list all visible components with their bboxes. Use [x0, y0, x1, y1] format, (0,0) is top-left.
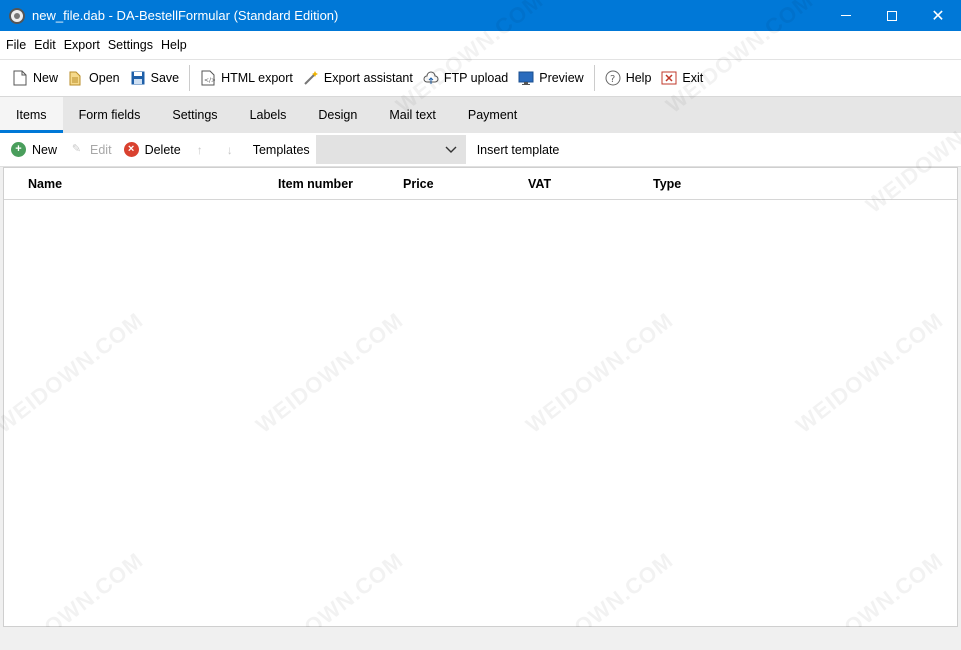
new-item-label: New [32, 142, 58, 157]
html-export-button[interactable]: </> HTML export [196, 65, 298, 91]
column-header-name[interactable]: Name [28, 177, 62, 191]
help-button[interactable]: ? Help [601, 65, 657, 91]
ftp-upload-label: FTP upload [443, 71, 509, 85]
new-button[interactable]: New [8, 65, 63, 91]
menu-bar: File Edit Export Settings Help [0, 31, 961, 60]
maximize-icon [887, 10, 897, 21]
tab-mail-text[interactable]: Mail text [373, 97, 452, 133]
save-icon [130, 70, 146, 86]
tab-labels[interactable]: Labels [234, 97, 303, 133]
edit-item-button[interactable]: ✎ Edit [69, 142, 112, 157]
new-label: New [33, 71, 59, 85]
ftp-upload-button[interactable]: FTP upload [419, 65, 513, 91]
app-icon [9, 7, 25, 24]
tab-items[interactable]: Items [0, 97, 63, 133]
column-header-vat[interactable]: VAT [528, 177, 551, 191]
new-item-button[interactable]: + New [11, 142, 57, 157]
save-label: Save [150, 71, 180, 85]
column-header-price[interactable]: Price [403, 177, 434, 191]
preview-button[interactable]: Preview [514, 65, 588, 91]
html-export-label: HTML export [221, 71, 293, 85]
insert-template-button[interactable]: Insert template [477, 143, 560, 157]
tab-bar: Items Form fields Settings Labels Design… [0, 97, 961, 133]
minimize-icon [841, 15, 851, 16]
plus-circle-icon: + [11, 142, 26, 157]
open-button[interactable]: Open [64, 65, 125, 91]
menu-help[interactable]: Help [157, 31, 191, 60]
tab-form-fields[interactable]: Form fields [63, 97, 157, 133]
close-button[interactable]: ✕ [915, 0, 961, 31]
edit-item-label: Edit [90, 142, 112, 157]
column-header-item-number[interactable]: Item number [278, 177, 353, 191]
tab-payment[interactable]: Payment [452, 97, 533, 133]
exit-icon [661, 70, 677, 86]
delete-x-icon: × [123, 142, 139, 157]
help-label: Help [625, 71, 652, 85]
new-file-icon [12, 70, 28, 86]
toolbar-separator [189, 65, 191, 91]
chevron-down-icon [445, 146, 457, 153]
export-assistant-button[interactable]: Export assistant [299, 65, 418, 91]
minimize-button[interactable] [823, 0, 869, 31]
exit-button[interactable]: Exit [657, 65, 708, 91]
menu-settings[interactable]: Settings [104, 31, 157, 60]
main-toolbar: New Open Save </> HTML export Export ass… [0, 60, 961, 97]
menu-export[interactable]: Export [60, 31, 104, 60]
column-header-type[interactable]: Type [653, 177, 681, 191]
html-file-icon: </> [200, 70, 216, 86]
menu-edit[interactable]: Edit [30, 31, 60, 60]
svg-text:?: ? [610, 74, 615, 85]
delete-item-label: Delete [144, 142, 181, 157]
help-icon: ? [605, 70, 621, 86]
preview-label: Preview [539, 71, 584, 85]
magic-wand-icon [303, 70, 319, 86]
menu-file[interactable]: File [2, 31, 30, 60]
edit-icon: ✎ [71, 143, 82, 155]
exit-label: Exit [682, 71, 704, 85]
move-up-icon[interactable]: ↑ [193, 143, 207, 157]
delete-item-button[interactable]: × Delete [123, 142, 181, 157]
templates-dropdown[interactable] [315, 135, 466, 164]
title-bar: new_file.dab - DA-BestellFormular (Stand… [0, 0, 961, 31]
window-title: new_file.dab - DA-BestellFormular (Stand… [32, 8, 339, 23]
tab-settings[interactable]: Settings [156, 97, 233, 133]
toolbar-separator [593, 65, 595, 91]
grid-header: Name Item number Price VAT Type [4, 168, 957, 200]
monitor-icon [518, 70, 534, 86]
open-label: Open [89, 71, 120, 85]
items-toolbar: + New ✎ Edit × Delete ↑ ↓ Templates Inse… [0, 133, 961, 167]
maximize-button[interactable] [869, 0, 915, 31]
tab-design[interactable]: Design [302, 97, 373, 133]
svg-text:</>: </> [204, 77, 215, 84]
status-strip [0, 627, 961, 650]
cloud-upload-icon [423, 70, 439, 86]
open-file-icon [68, 70, 84, 86]
grid-body[interactable] [4, 200, 957, 626]
templates-label: Templates [252, 142, 310, 157]
save-button[interactable]: Save [126, 65, 185, 91]
move-down-icon[interactable]: ↓ [223, 143, 237, 157]
export-assistant-label: Export assistant [323, 71, 413, 85]
items-grid: Name Item number Price VAT Type [3, 167, 958, 627]
